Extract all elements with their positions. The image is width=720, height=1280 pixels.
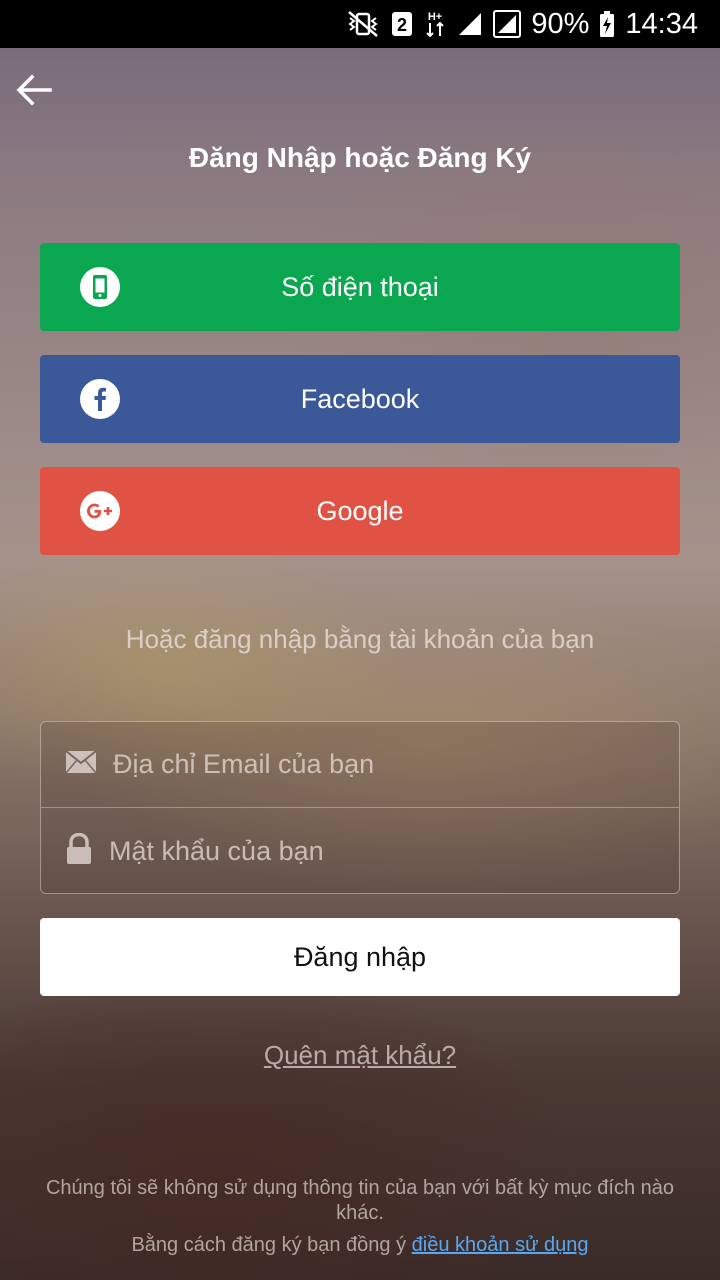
battery-percent: 90% bbox=[531, 7, 590, 40]
forgot-password-row: Quên mật khẩu? bbox=[0, 1040, 720, 1071]
sim-slot-label: 2 bbox=[397, 15, 407, 35]
envelope-icon bbox=[65, 750, 97, 779]
terms-prefix: Bằng cách đăng ký bạn đồng ý bbox=[131, 1234, 412, 1256]
google-plus-icon bbox=[80, 491, 120, 531]
login-button[interactable]: Đăng nhập bbox=[40, 918, 680, 996]
footer: Chúng tôi sẽ không sử dụng thông tin của… bbox=[20, 1176, 700, 1258]
network-type-label: H+ bbox=[428, 11, 442, 23]
facebook-icon bbox=[80, 379, 120, 419]
email-input[interactable] bbox=[113, 749, 633, 780]
terms-link[interactable]: điều khoản sử dụng bbox=[412, 1234, 589, 1256]
phone-login-button[interactable]: Số điện thoại bbox=[40, 243, 680, 331]
password-input[interactable] bbox=[109, 835, 629, 867]
google-login-button[interactable]: Google bbox=[40, 467, 680, 555]
mute-vibrate-icon bbox=[345, 10, 381, 38]
login-button-label: Đăng nhập bbox=[293, 941, 427, 972]
signal-icon bbox=[457, 11, 483, 37]
email-row bbox=[41, 722, 679, 808]
page-title: Đăng Nhập hoặc Đăng Ký bbox=[188, 142, 532, 173]
network-h-plus-icon: H+ bbox=[423, 9, 447, 39]
back-button[interactable] bbox=[14, 72, 54, 112]
password-row bbox=[41, 808, 679, 894]
phone-icon bbox=[80, 267, 120, 307]
lock-icon bbox=[65, 832, 93, 870]
signal-sim2-icon bbox=[493, 10, 522, 38]
privacy-notice: Chúng tôi sẽ không sử dụng thông tin của… bbox=[45, 1177, 674, 1224]
clock: 14:34 bbox=[625, 7, 698, 40]
google-login-label: Google bbox=[316, 495, 404, 526]
sim-2-icon: 2 bbox=[391, 10, 413, 38]
phone-login-label: Số điện thoại bbox=[281, 271, 439, 302]
terms-line: Bằng cách đăng ký bạn đồng ý điều khoản … bbox=[20, 1233, 700, 1258]
alt-login-hint: Hoặc đăng nhập bằng tài khoản của bạn bbox=[125, 624, 595, 654]
forgot-password-link[interactable]: Quên mật khẩu? bbox=[264, 1040, 456, 1070]
login-form bbox=[40, 721, 680, 894]
battery-charging-icon bbox=[599, 10, 615, 38]
back-arrow-icon bbox=[16, 74, 52, 111]
facebook-login-button[interactable]: Facebook bbox=[40, 355, 680, 443]
facebook-login-label: Facebook bbox=[300, 383, 420, 414]
status-bar: 2 H+ 90% 14:34 bbox=[0, 0, 720, 48]
